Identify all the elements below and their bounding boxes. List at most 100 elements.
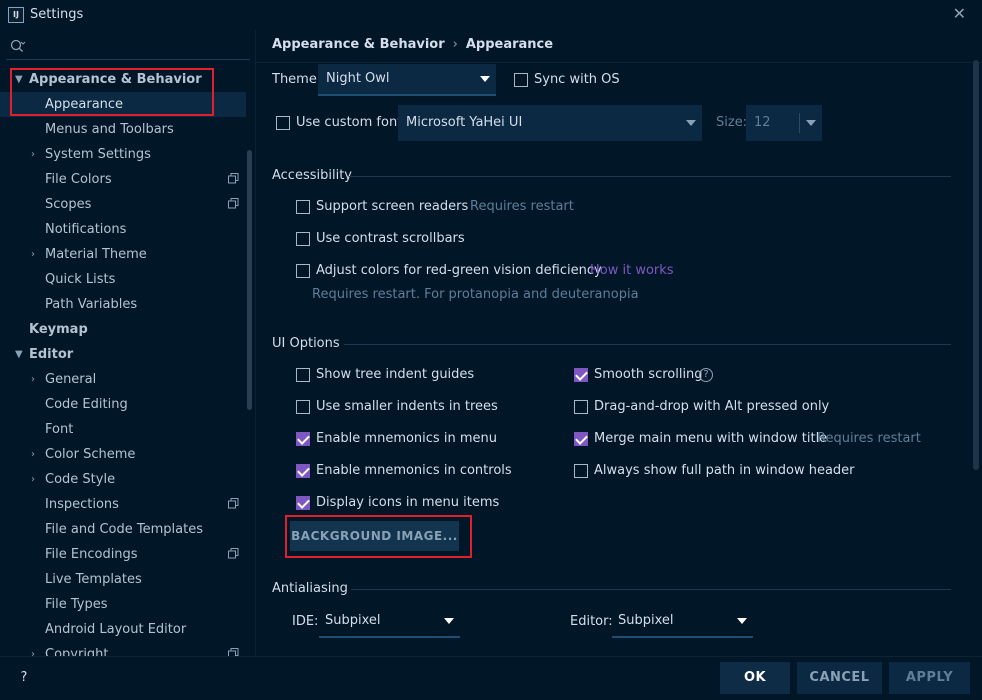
sidebar-item-label: File Encodings	[45, 547, 138, 562]
dropdown-arrow	[438, 606, 460, 636]
sidebar-item-code-style[interactable]: › Code Style	[0, 467, 246, 492]
footer-divider	[0, 656, 982, 657]
chevron-right-icon: ›	[31, 374, 35, 385]
sidebar-item-scopes[interactable]: Scopes	[0, 192, 246, 217]
sidebar-item-android-layout-editor[interactable]: Android Layout Editor	[0, 617, 246, 642]
window-title: Settings	[30, 7, 84, 22]
chevron-right-icon: ›	[31, 649, 35, 656]
sidebar-item-material-theme[interactable]: › Material Theme	[0, 242, 246, 267]
project-scope-icon	[228, 548, 239, 559]
sidebar-item-label: Inspections	[45, 497, 119, 512]
breadcrumb-separator: ›	[452, 37, 458, 52]
sidebar-item-notifications[interactable]: Notifications	[0, 217, 246, 242]
dropdown-arrow	[474, 64, 496, 94]
ide-antialiasing-dropdown[interactable]: Subpixel	[319, 606, 460, 638]
display-icons-checkbox[interactable]	[296, 496, 310, 510]
breadcrumb-current: Appearance	[465, 37, 554, 52]
sidebar-scrollbar[interactable]	[247, 150, 252, 410]
sidebar-item-menus-toolbars[interactable]: Menus and Toolbars	[0, 117, 246, 142]
sidebar-item-label: File and Code Templates	[45, 522, 203, 537]
project-scope-icon	[228, 648, 239, 656]
help-icon[interactable]: ?	[699, 368, 713, 382]
breadcrumb-parent[interactable]: Appearance & Behavior	[272, 37, 445, 52]
ide-antialiasing-value: Subpixel	[325, 613, 381, 628]
sidebar-item-label: Code Style	[45, 472, 116, 487]
settings-search-input[interactable]	[6, 34, 250, 60]
section-divider	[351, 589, 951, 590]
smaller-indents-checkbox[interactable]	[296, 400, 310, 414]
merge-main-menu-label: Merge main menu with window title	[594, 431, 828, 446]
sync-with-os-checkbox[interactable]	[514, 73, 528, 87]
requires-restart-note: Requires restart	[817, 431, 921, 446]
sidebar-item-label: Copyright	[45, 647, 109, 656]
sidebar-item-label: File Colors	[45, 172, 112, 187]
search-icon	[10, 39, 26, 52]
sidebar-item-keymap[interactable]: Keymap	[0, 317, 246, 342]
adjust-colors-note: Requires restart. For protanopia and deu…	[312, 287, 639, 302]
support-screen-readers-checkbox[interactable]	[296, 200, 310, 214]
font-dropdown[interactable]: Microsoft YaHei UI	[398, 105, 702, 141]
sidebar-item-label: Menus and Toolbars	[45, 122, 174, 137]
merge-main-menu-checkbox[interactable]	[574, 432, 588, 446]
sidebar-item-inspections[interactable]: Inspections	[0, 492, 246, 517]
sidebar-item-label: Keymap	[29, 322, 88, 337]
sidebar-item-code-editing[interactable]: Code Editing	[0, 392, 246, 417]
breadcrumb: Appearance & Behavior › Appearance	[272, 37, 553, 52]
breadcrumb-divider	[256, 62, 982, 63]
sidebar-item-label: General	[45, 372, 97, 387]
sidebar-item-file-encodings[interactable]: File Encodings	[0, 542, 246, 567]
theme-label: Theme:	[272, 72, 322, 87]
full-path-header-label: Always show full path in window header	[594, 463, 855, 478]
sidebar-item-label: Android Layout Editor	[45, 622, 187, 637]
help-button[interactable]: ?	[14, 668, 34, 688]
drag-drop-alt-checkbox[interactable]	[574, 400, 588, 414]
sidebar-item-label: Quick Lists	[45, 272, 116, 287]
sidebar-item-quick-lists[interactable]: Quick Lists	[0, 267, 246, 292]
close-icon[interactable]: ✕	[953, 4, 966, 23]
chevron-right-icon: ›	[31, 474, 35, 485]
dropdown-arrow	[680, 108, 702, 138]
sidebar-item-label: Path Variables	[45, 297, 138, 312]
font-size-value: 12	[754, 115, 771, 130]
mnemonics-menu-checkbox[interactable]	[296, 432, 310, 446]
full-path-header-checkbox[interactable]	[574, 464, 588, 478]
sidebar-item-file-types[interactable]: File Types	[0, 592, 246, 617]
sidebar-item-font[interactable]: Font	[0, 417, 246, 442]
apply-button[interactable]: APPLY	[889, 662, 970, 694]
sidebar-item-label: Live Templates	[45, 572, 142, 587]
sidebar-item-label: Color Scheme	[45, 447, 136, 462]
adjust-colors-checkbox[interactable]	[296, 264, 310, 278]
sidebar-item-copyright[interactable]: › Copyright	[0, 642, 246, 656]
sidebar-item-system-settings[interactable]: › System Settings	[0, 142, 246, 167]
chevron-down-icon	[737, 618, 747, 624]
how-it-works-link[interactable]: How it works	[590, 263, 674, 278]
content-scrollbar[interactable]	[973, 60, 979, 470]
contrast-scrollbars-checkbox[interactable]	[296, 232, 310, 246]
ui-options-section-title: UI Options	[272, 336, 340, 351]
sidebar-item-label: File Types	[45, 597, 108, 612]
theme-dropdown[interactable]: Night Owl	[318, 64, 496, 96]
theme-value: Night Owl	[326, 71, 390, 86]
cancel-button[interactable]: CANCEL	[797, 662, 882, 694]
sidebar-item-editor[interactable]: ▼ Editor	[0, 342, 246, 367]
sidebar-item-file-colors[interactable]: File Colors	[0, 167, 246, 192]
ok-button[interactable]: OK	[720, 662, 790, 694]
sidebar-item-color-scheme[interactable]: › Color Scheme	[0, 442, 246, 467]
dropdown-arrow	[731, 606, 753, 636]
mnemonics-controls-checkbox[interactable]	[296, 464, 310, 478]
editor-antialiasing-dropdown[interactable]: Subpixel	[612, 606, 753, 638]
sidebar-item-label: System Settings	[45, 147, 151, 162]
sidebar-item-general[interactable]: › General	[0, 367, 246, 392]
sidebar-item-live-templates[interactable]: Live Templates	[0, 567, 246, 592]
sidebar-item-file-code-templates[interactable]: File and Code Templates	[0, 517, 246, 542]
tree-indent-guides-checkbox[interactable]	[296, 368, 310, 382]
tree-indent-guides-label: Show tree indent guides	[316, 367, 475, 382]
smooth-scrolling-checkbox[interactable]	[574, 368, 588, 382]
editor-antialiasing-label: Editor:	[570, 614, 613, 629]
font-size-dropdown[interactable]: 12	[746, 105, 822, 141]
use-custom-font-checkbox[interactable]	[276, 116, 290, 130]
sidebar-item-path-variables[interactable]: Path Variables	[0, 292, 246, 317]
title-bar: IJ Settings ✕	[0, 0, 982, 30]
display-icons-label: Display icons in menu items	[316, 495, 500, 510]
mnemonics-menu-label: Enable mnemonics in menu	[316, 431, 497, 446]
